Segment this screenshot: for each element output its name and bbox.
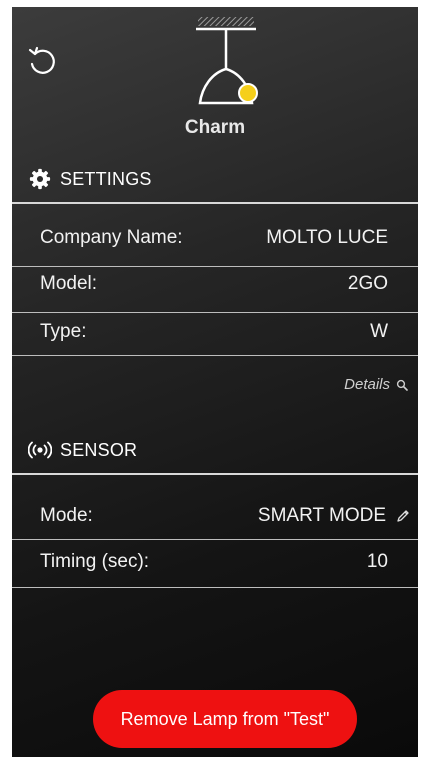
sensor-row-mode[interactable]: Mode: SMART MODE — [12, 496, 418, 536]
divider — [12, 355, 418, 356]
settings-row-model: Model: 2GO — [12, 264, 418, 304]
search-icon — [396, 379, 408, 391]
lamp-name: Charm — [184, 117, 246, 138]
settings-section-title: SETTINGS — [60, 168, 152, 189]
sensor-section-header: SENSOR — [28, 438, 137, 462]
sensor-row-timing: Timing (sec): 10 — [12, 542, 418, 582]
mode-label: Mode: — [40, 505, 93, 526]
divider — [12, 473, 418, 475]
timing-label: Timing (sec): — [40, 551, 150, 572]
settings-row-company: Company Name: MOLTO LUCE — [12, 218, 418, 258]
details-label: Details — [344, 376, 390, 393]
lamp-settings-screen: Charm SETTINGS Company Name: MOLTO LUCE … — [12, 7, 418, 757]
model-label: Model: — [40, 273, 98, 294]
model-value: 2GO — [347, 273, 388, 294]
company-name-label: Company Name: — [40, 227, 183, 248]
details-link[interactable]: Details — [344, 376, 408, 393]
sensor-icon — [28, 438, 52, 462]
divider — [12, 539, 418, 540]
type-value: W — [370, 321, 388, 342]
sensor-section-title: SENSOR — [60, 439, 138, 460]
remove-lamp-button[interactable]: Remove Lamp from "Test" — [93, 690, 357, 748]
settings-row-type: Type: W — [12, 312, 418, 352]
divider — [12, 587, 418, 588]
divider — [12, 202, 418, 204]
settings-section-header: SETTINGS — [28, 167, 152, 191]
mode-value: SMART MODE — [257, 505, 386, 526]
company-name-value: MOLTO LUCE — [266, 227, 388, 248]
gear-icon — [28, 167, 52, 191]
timing-value: 10 — [366, 551, 388, 572]
lamp-status-indicator — [238, 83, 258, 103]
type-label: Type: — [40, 321, 87, 342]
pencil-icon[interactable] — [396, 509, 410, 523]
refresh-icon[interactable] — [26, 45, 60, 79]
pendant-lamp-icon — [196, 17, 258, 105]
